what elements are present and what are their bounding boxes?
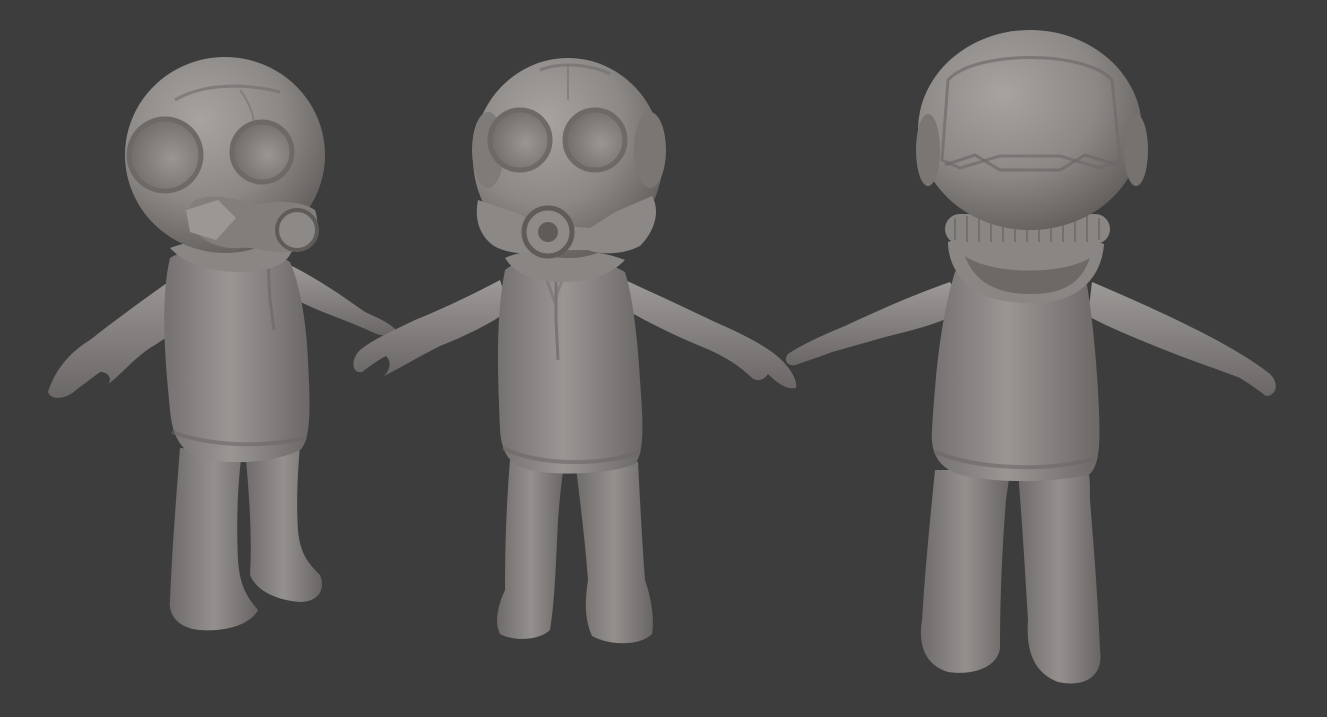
left-eye-lens — [126, 116, 204, 194]
figure-back — [785, 30, 1276, 684]
right-leg — [575, 460, 653, 644]
torso — [164, 245, 310, 463]
left-leg — [169, 448, 258, 631]
head — [918, 30, 1142, 230]
right-leg — [245, 445, 322, 602]
left-eye-lens — [487, 107, 553, 173]
right-eye-lens — [562, 107, 628, 173]
right-leg — [1018, 470, 1101, 684]
figure-front — [353, 58, 797, 644]
sculpt-render — [48, 30, 1276, 684]
torso — [497, 254, 643, 474]
right-eye-lens — [229, 119, 295, 185]
right-arm — [1088, 282, 1276, 396]
figure-three-quarter — [48, 57, 396, 631]
right-arm — [625, 280, 797, 389]
left-leg — [920, 470, 1010, 673]
filter-canister — [275, 208, 319, 252]
left-leg — [497, 460, 565, 639]
3d-viewport[interactable] — [0, 0, 1327, 717]
